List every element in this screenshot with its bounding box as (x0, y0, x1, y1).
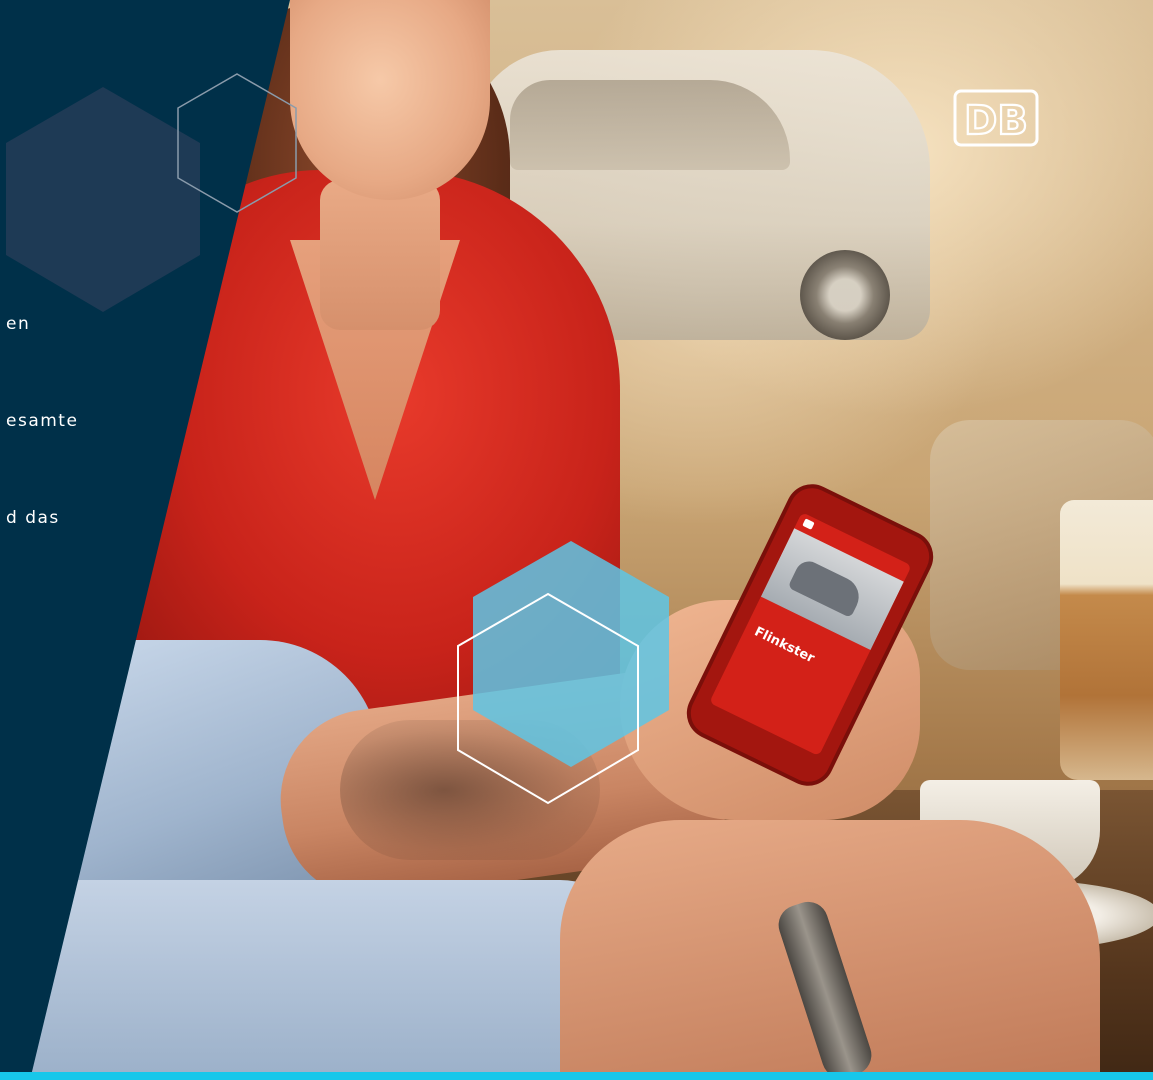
db-logo-icon: DB (953, 89, 1039, 147)
bottom-accent-bar (0, 1072, 1153, 1080)
cyan-hexagon-icon (473, 541, 669, 767)
hero-scene: Flinkster en esamte d das DB (0, 0, 1153, 1080)
db-logo-text: DB (964, 98, 1028, 144)
filled-hexagon-icon (6, 87, 200, 312)
hexagon-decorations (6, 73, 669, 805)
